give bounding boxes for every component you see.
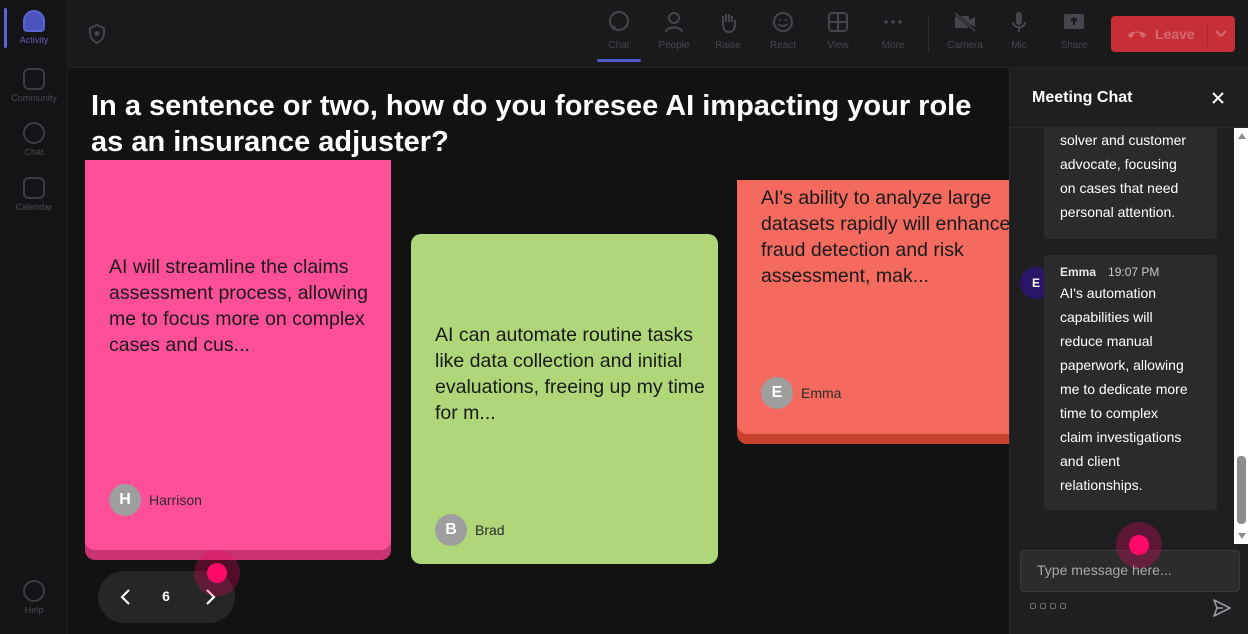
scroll-down-icon[interactable] xyxy=(1238,533,1246,539)
emoji-icon[interactable] xyxy=(1050,603,1056,609)
rail-item-community[interactable]: Community xyxy=(0,66,68,116)
camera-off-icon xyxy=(953,10,977,34)
card-author: H Harrison xyxy=(109,484,202,516)
help-icon xyxy=(23,580,45,602)
card-author: E Emma xyxy=(761,377,841,409)
chevron-down-icon[interactable] xyxy=(1215,26,1227,42)
avatar: H xyxy=(109,484,141,516)
more-dots-icon xyxy=(881,10,905,34)
chevron-left-icon[interactable] xyxy=(116,587,136,607)
scroll-up-icon[interactable] xyxy=(1238,133,1246,139)
meeting-toolbar: Chat People Raise React View More Camera… xyxy=(68,0,1248,68)
gif-icon[interactable] xyxy=(1060,603,1066,609)
app-rail: Activity Community Chat Calendar Help xyxy=(0,0,68,634)
community-icon xyxy=(23,68,45,90)
chat-message: Emma 19:07 PM AI's automation capabilitie… xyxy=(1044,255,1217,510)
question-title: In a sentence or two, how do you foresee… xyxy=(91,90,972,158)
compose-toolbar xyxy=(1030,603,1066,609)
chat-bubble-icon xyxy=(23,122,45,144)
page-number: 6 xyxy=(162,588,170,604)
chat-icon xyxy=(607,10,631,34)
message-meta: Emma 19:07 PM xyxy=(1060,265,1160,279)
toolbar-view-button[interactable]: View xyxy=(813,10,863,60)
scrollbar-thumb[interactable] xyxy=(1237,456,1246,524)
response-card[interactable]: AI will streamline the claims assessment… xyxy=(85,160,391,550)
card-text: AI can automate routine tasks like data … xyxy=(435,324,705,424)
attach-icon[interactable] xyxy=(1040,603,1046,609)
toolbar-separator xyxy=(928,16,929,52)
hang-up-icon xyxy=(1128,31,1146,38)
smiley-icon xyxy=(771,10,795,34)
share-icon xyxy=(1062,10,1086,34)
people-icon xyxy=(662,10,686,34)
card-author: B Brad xyxy=(435,514,505,546)
pointer-indicator xyxy=(1116,522,1162,568)
rail-item-chat[interactable]: Chat xyxy=(0,120,68,170)
raise-hand-icon xyxy=(716,10,740,34)
toolbar-mic-button[interactable]: Mic xyxy=(994,10,1044,60)
mic-icon xyxy=(1007,10,1031,34)
toolbar-camera-button[interactable]: Camera xyxy=(940,10,990,60)
leave-button[interactable]: Leave xyxy=(1111,16,1235,52)
toolbar-share-button[interactable]: Share xyxy=(1049,10,1099,60)
chat-message-list[interactable]: solver and customer advocate, focusing o… xyxy=(1010,128,1235,544)
response-card[interactable]: AI's ability to analyze large datasets r… xyxy=(737,180,1009,434)
rail-item-calendar[interactable]: Calendar xyxy=(0,175,68,225)
send-icon[interactable] xyxy=(1212,598,1232,618)
toolbar-people-button[interactable]: People xyxy=(649,10,699,60)
bell-icon xyxy=(23,10,45,32)
chat-header: Meeting Chat xyxy=(1010,68,1248,128)
card-text: AI's ability to analyze large datasets r… xyxy=(761,187,1009,287)
toolbar-raise-button[interactable]: Raise xyxy=(703,10,753,60)
pointer-indicator xyxy=(194,550,240,596)
meeting-chat-panel: Meeting Chat solver and customer advocat… xyxy=(1009,68,1248,634)
toolbar-chat-button[interactable]: Chat xyxy=(594,10,644,62)
toolbar-more-button[interactable]: More xyxy=(868,10,918,60)
grid-view-icon xyxy=(826,10,850,34)
avatar: B xyxy=(435,514,467,546)
chat-title: Meeting Chat xyxy=(1032,89,1133,106)
chat-scrollbar[interactable] xyxy=(1234,128,1248,544)
rail-item-activity[interactable]: Activity xyxy=(0,8,68,58)
close-icon[interactable] xyxy=(1210,90,1226,106)
card-text: AI will streamline the claims assessment… xyxy=(109,256,369,356)
shield-icon xyxy=(89,24,105,44)
response-card[interactable]: AI can automate routine tasks like data … xyxy=(411,234,718,564)
format-icon[interactable] xyxy=(1030,603,1036,609)
rail-item-help[interactable]: Help xyxy=(0,578,68,628)
calendar-icon xyxy=(23,177,45,199)
chat-message: solver and customer advocate, focusing o… xyxy=(1044,128,1217,239)
toolbar-react-button[interactable]: React xyxy=(758,10,808,60)
avatar: E xyxy=(761,377,793,409)
board-area: In a sentence or two, how do you foresee… xyxy=(68,68,1009,634)
